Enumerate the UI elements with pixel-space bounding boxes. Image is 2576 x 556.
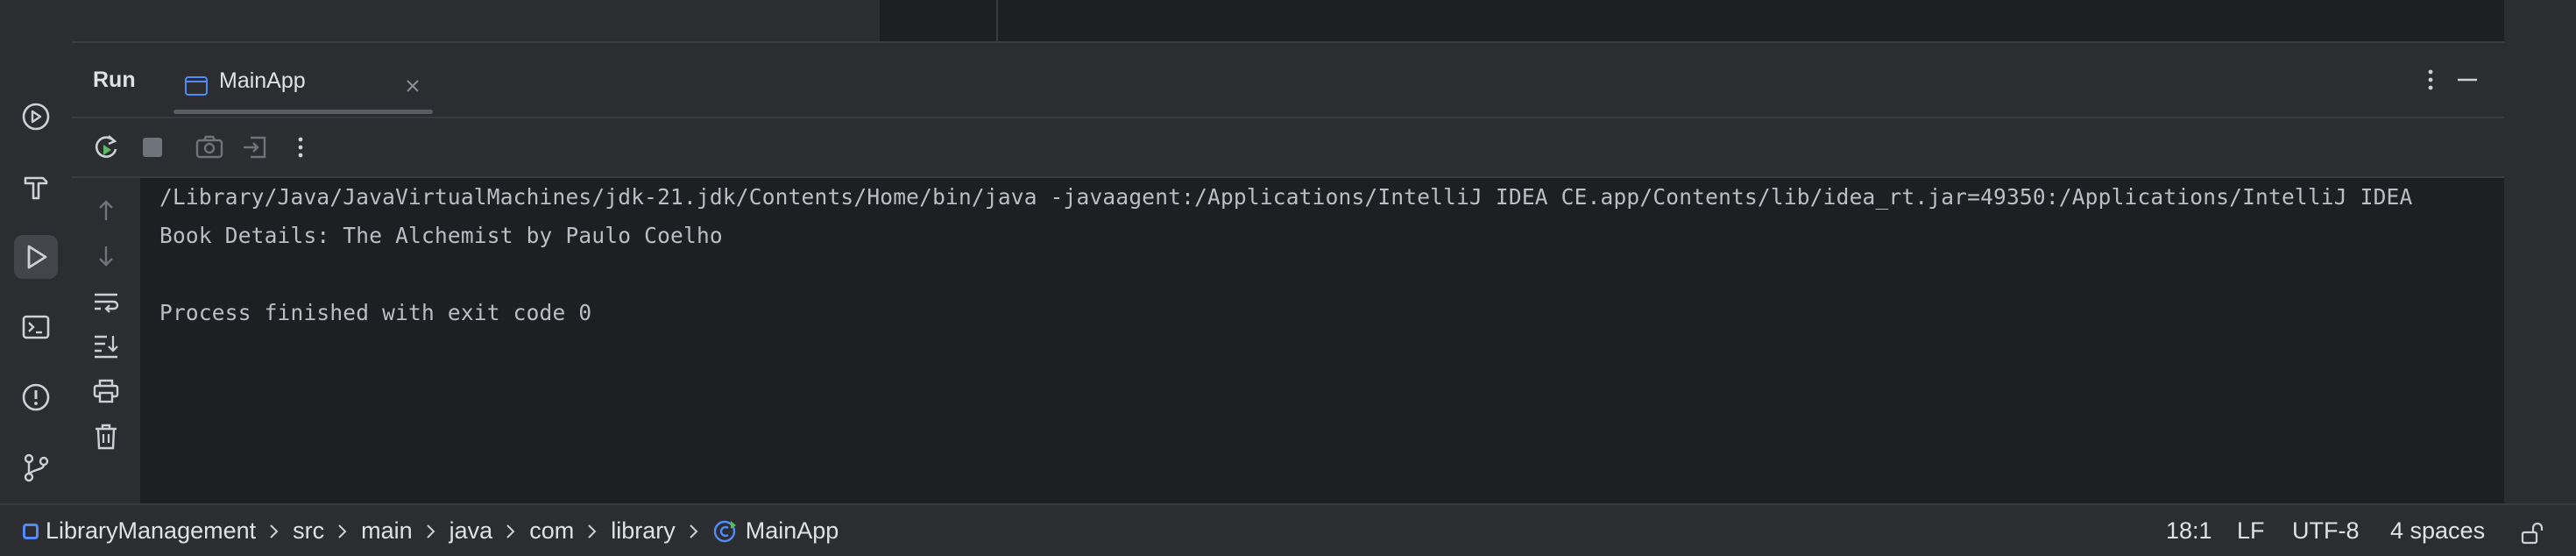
editor-divider (996, 0, 998, 42)
editor-gutter-area (72, 0, 880, 42)
options-button[interactable] (2415, 64, 2446, 96)
console-line: /Library/Java/JavaVirtualMachines/jdk-21… (159, 184, 2413, 210)
trash-icon (96, 424, 117, 450)
breadcrumb-item[interactable]: MainApp (746, 517, 839, 545)
soft-wrap-button[interactable] (89, 285, 123, 318)
minimize-icon (2458, 78, 2477, 82)
tab-active-indicator (173, 110, 433, 114)
console-side-toolbar (72, 178, 140, 503)
scroll-to-end-icon (95, 335, 118, 359)
problems-icon (22, 383, 50, 411)
previous-occurrence-button[interactable] (89, 194, 123, 227)
left-tool-strip (0, 0, 72, 503)
breadcrumb-item[interactable]: LibraryManagement (46, 517, 256, 545)
soft-wrap-icon (95, 293, 119, 313)
rerun-button[interactable] (89, 131, 123, 164)
editor-content-area (880, 0, 2504, 42)
run-button[interactable] (14, 235, 58, 279)
services-icon (22, 103, 50, 131)
breadcrumb: LibraryManagement src main java com libr… (23, 517, 839, 545)
run-panel-title: Run (93, 68, 136, 92)
console-line: Process finished with exit code 0 (159, 300, 592, 325)
close-icon[interactable] (403, 76, 422, 96)
line-separator[interactable]: LF (2237, 517, 2265, 545)
down-arrow-icon (99, 246, 113, 267)
screenshot-button[interactable] (193, 131, 226, 164)
breadcrumb-item[interactable]: java (449, 517, 493, 545)
caret-position[interactable]: 18:1 (2166, 517, 2212, 545)
editor-area (72, 0, 2504, 43)
problems-button[interactable] (14, 375, 58, 419)
chevron-right-icon (338, 524, 347, 538)
minimize-button[interactable] (2452, 64, 2483, 96)
module-icon (23, 523, 39, 539)
build-button[interactable] (14, 165, 58, 209)
breadcrumb-item[interactable]: com (529, 517, 574, 545)
terminal-button[interactable] (14, 305, 58, 349)
terminal-icon (22, 315, 50, 339)
console-line: Book Details: The Alchemist by Paulo Coe… (159, 223, 723, 248)
indent-settings[interactable]: 4 spaces (2390, 517, 2485, 545)
more-vertical-icon (298, 137, 303, 158)
run-panel-header: Run MainApp (72, 43, 2504, 117)
print-icon (93, 379, 119, 403)
sign-in-icon (244, 136, 266, 159)
services-button[interactable] (14, 95, 58, 139)
print-button[interactable] (89, 374, 123, 408)
clear-all-button[interactable] (89, 420, 123, 453)
class-icon (713, 520, 736, 542)
file-encoding[interactable]: UTF-8 (2292, 517, 2360, 545)
chevron-right-icon (506, 524, 515, 538)
application-icon (185, 76, 208, 96)
more-actions-button[interactable] (284, 131, 317, 164)
git-button[interactable] (14, 446, 58, 489)
next-occurrence-button[interactable] (89, 239, 123, 273)
git-icon (24, 453, 49, 482)
scroll-to-end-button[interactable] (89, 329, 123, 362)
chevron-right-icon (270, 524, 279, 538)
right-tool-strip (2504, 0, 2576, 503)
chevron-right-icon (690, 524, 698, 538)
build-icon (24, 176, 48, 200)
up-arrow-icon (99, 200, 113, 220)
chevron-right-icon (426, 524, 435, 538)
stop-button[interactable] (136, 131, 169, 164)
camera-icon (195, 135, 223, 159)
run-icon (27, 245, 47, 269)
stop-icon (143, 138, 162, 157)
run-toolbar (72, 118, 2504, 176)
console-output[interactable]: /Library/Java/JavaVirtualMachines/jdk-21… (140, 178, 2504, 503)
chevron-right-icon (588, 524, 597, 538)
restore-layout-button[interactable] (238, 131, 272, 164)
more-vertical-icon (2428, 69, 2433, 90)
rerun-icon (95, 135, 117, 158)
tab-label: MainApp (219, 68, 306, 93)
breadcrumb-item[interactable]: src (293, 517, 324, 545)
unlock-icon[interactable] (2518, 520, 2544, 546)
breadcrumb-item[interactable]: library (611, 517, 676, 545)
status-bar: LibraryManagement src main java com libr… (0, 503, 2576, 556)
breadcrumb-item[interactable]: main (361, 517, 413, 545)
